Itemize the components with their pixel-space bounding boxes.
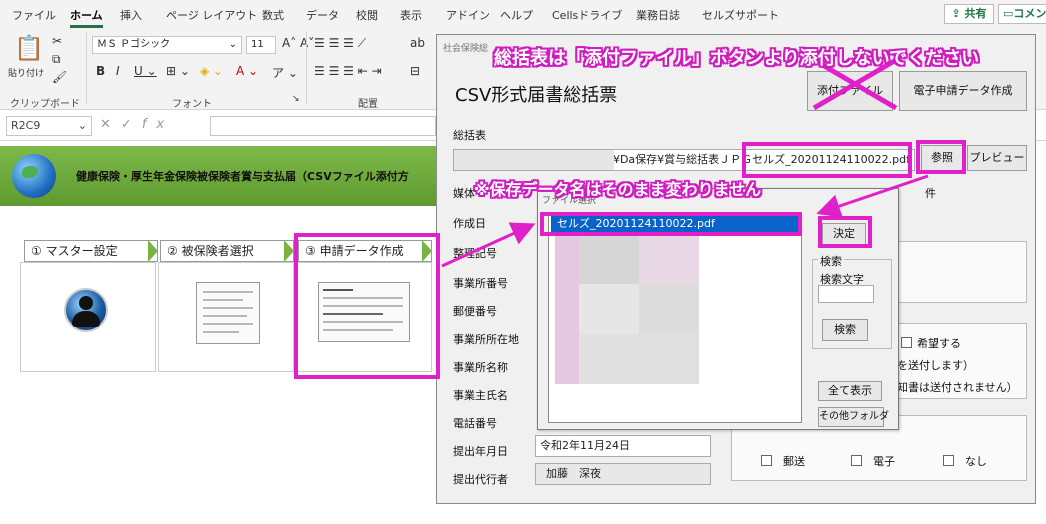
annotation-arrow (816, 174, 929, 218)
note-annotation: ※保存データ名はそのまま変わりません (474, 180, 762, 199)
annotation-overlay (441, 57, 929, 268)
annotation-arrow (441, 222, 536, 268)
warning-annotation: 総括表は「添付ファイル」ボタンより添付しないでください (494, 48, 980, 69)
